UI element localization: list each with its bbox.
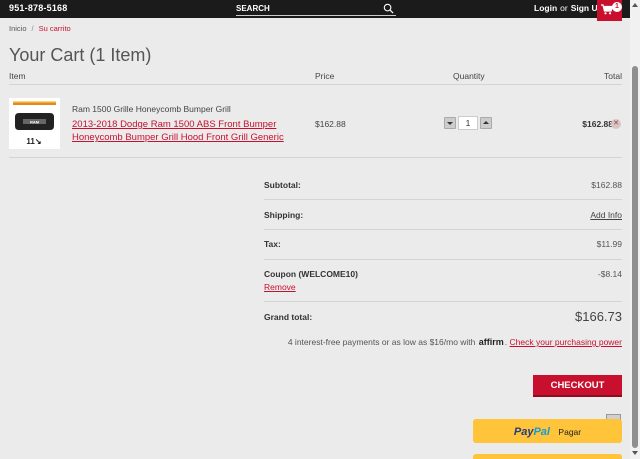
coupon-value: -$8.14	[597, 269, 622, 279]
divider	[264, 259, 622, 260]
breadcrumb-home[interactable]: Inicio	[9, 24, 27, 33]
scrollbar-thumb[interactable]	[632, 66, 638, 448]
affirm-logo: affirm	[478, 337, 504, 347]
affirm-purchasing-power-link[interactable]: Check your purchasing power	[510, 337, 622, 347]
paypal-logo-pay: Pay	[513, 426, 534, 438]
remove-item-close-icon[interactable]: ✕	[611, 119, 621, 129]
divider	[9, 157, 622, 158]
coupon-label: Coupon (WELCOME10)	[264, 269, 358, 279]
shipping-add-info-link[interactable]: Add Info	[590, 210, 622, 220]
shipping-label: Shipping:	[264, 210, 304, 220]
product-link[interactable]: 2013-2018 Dodge Ram 1500 ABS Front Bumpe…	[72, 118, 287, 144]
affirm-promo: 4 interest-free payments or as low as $1…	[287, 337, 622, 347]
cart-button[interactable]: 1	[597, 0, 622, 21]
paypal-secondary-button[interactable]	[473, 454, 622, 459]
scroll-down-arrow-icon[interactable]	[632, 451, 638, 455]
page-title: Your Cart (1 Item)	[9, 45, 152, 65]
affirm-text: 4 interest-free payments or as low as $1…	[287, 337, 476, 347]
breadcrumb-current[interactable]: Su carrito	[39, 24, 71, 33]
breadcrumb: Inicio / Su carrito	[9, 24, 71, 33]
or-text: or	[560, 3, 568, 13]
divider	[264, 229, 622, 230]
paypal-pagar-label: Pagar	[558, 427, 582, 437]
column-header-item: Item	[9, 71, 26, 81]
remove-coupon-link[interactable]: Remove	[264, 282, 296, 292]
top-bar: 951-878-5168 LoginorSign Up 1	[0, 0, 630, 21]
item-total: $162.88	[582, 119, 613, 129]
account-links: Login or Sign Up	[534, 3, 603, 13]
grille-image-icon: RAM 11↘	[13, 101, 56, 146]
column-header-quantity: Quantity	[453, 71, 485, 81]
product-name: Ram 1500 Grille Honeycomb Bumper Grill	[72, 104, 231, 114]
product-thumbnail[interactable]: RAM 11↘	[9, 98, 60, 149]
login-link[interactable]: Login	[534, 3, 557, 13]
item-price: $162.88	[315, 119, 346, 129]
column-header-price: Price	[315, 71, 335, 81]
column-header-total: Total	[604, 71, 622, 81]
tax-label: Tax:	[264, 239, 281, 249]
quantity-increase-button[interactable]	[480, 117, 492, 129]
quantity-decrease-button[interactable]	[444, 117, 456, 129]
svg-text:RAM: RAM	[30, 119, 40, 124]
page-scrollbar[interactable]	[630, 0, 640, 459]
divider	[264, 301, 622, 302]
cart-count-badge: 1	[612, 2, 622, 12]
phone-number[interactable]: 951-878-5168	[9, 3, 67, 13]
grand-total-label: Grand total:	[264, 312, 313, 322]
thumbnail-label: 11↘	[26, 137, 41, 146]
divider	[264, 199, 622, 200]
search-box	[236, 1, 396, 16]
checkout-button[interactable]: CHECKOUT	[533, 375, 622, 397]
quantity-input[interactable]	[458, 116, 478, 130]
tax-value: $11.99	[596, 239, 622, 249]
grand-total-value: $166.73	[575, 309, 622, 324]
search-input[interactable]	[236, 2, 376, 14]
paypal-logo-pal: Pal	[533, 426, 550, 438]
search-icon[interactable]	[383, 3, 394, 14]
paypal-button[interactable]: PayPal Pagar	[473, 419, 622, 443]
divider	[9, 84, 622, 85]
subtotal-value: $162.88	[591, 180, 622, 190]
subtotal-label: Subtotal:	[264, 180, 301, 190]
scroll-up-arrow-icon[interactable]	[632, 3, 638, 7]
breadcrumb-separator: /	[31, 24, 34, 33]
